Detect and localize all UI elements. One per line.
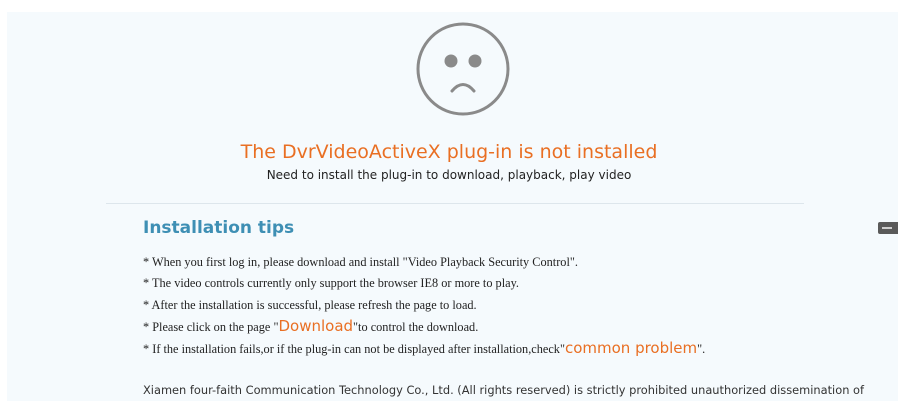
tip-problem-suffix: ". (697, 341, 706, 356)
tip-first-login: * When you first log in, please download… (143, 255, 578, 269)
section-divider (106, 203, 804, 204)
side-tab-handle[interactable] (878, 222, 898, 234)
tip-refresh-page: * After the installation is successful, … (143, 297, 477, 312)
copyright-footer: Xiamen four-faith Communication Technolo… (143, 383, 865, 397)
download-link[interactable]: Download (278, 317, 353, 335)
tip-download: * Please click on the page "Download"to … (143, 316, 705, 337)
tip-download-prefix: * Please click on the page " (143, 320, 279, 335)
tip-common-problem: * If the installation fails,or if the pl… (143, 338, 705, 359)
tip-browser-support: * The video controls currently only supp… (143, 276, 519, 291)
plugin-missing-subtitle: Need to install the plug-in to download,… (266, 168, 632, 182)
common-problem-link[interactable]: common problem (565, 339, 697, 357)
sad-face-icon (416, 22, 510, 116)
installation-tips-heading: Installation tips (143, 218, 295, 238)
installation-tips-list: * When you first log in, please download… (143, 252, 705, 359)
tip-download-suffix: "to control the download. (353, 320, 479, 335)
tip-problem-prefix: * If the installation fails,or if the pl… (143, 341, 565, 356)
plugin-missing-title: The DvrVideoActiveX plug-in is not insta… (240, 141, 658, 163)
